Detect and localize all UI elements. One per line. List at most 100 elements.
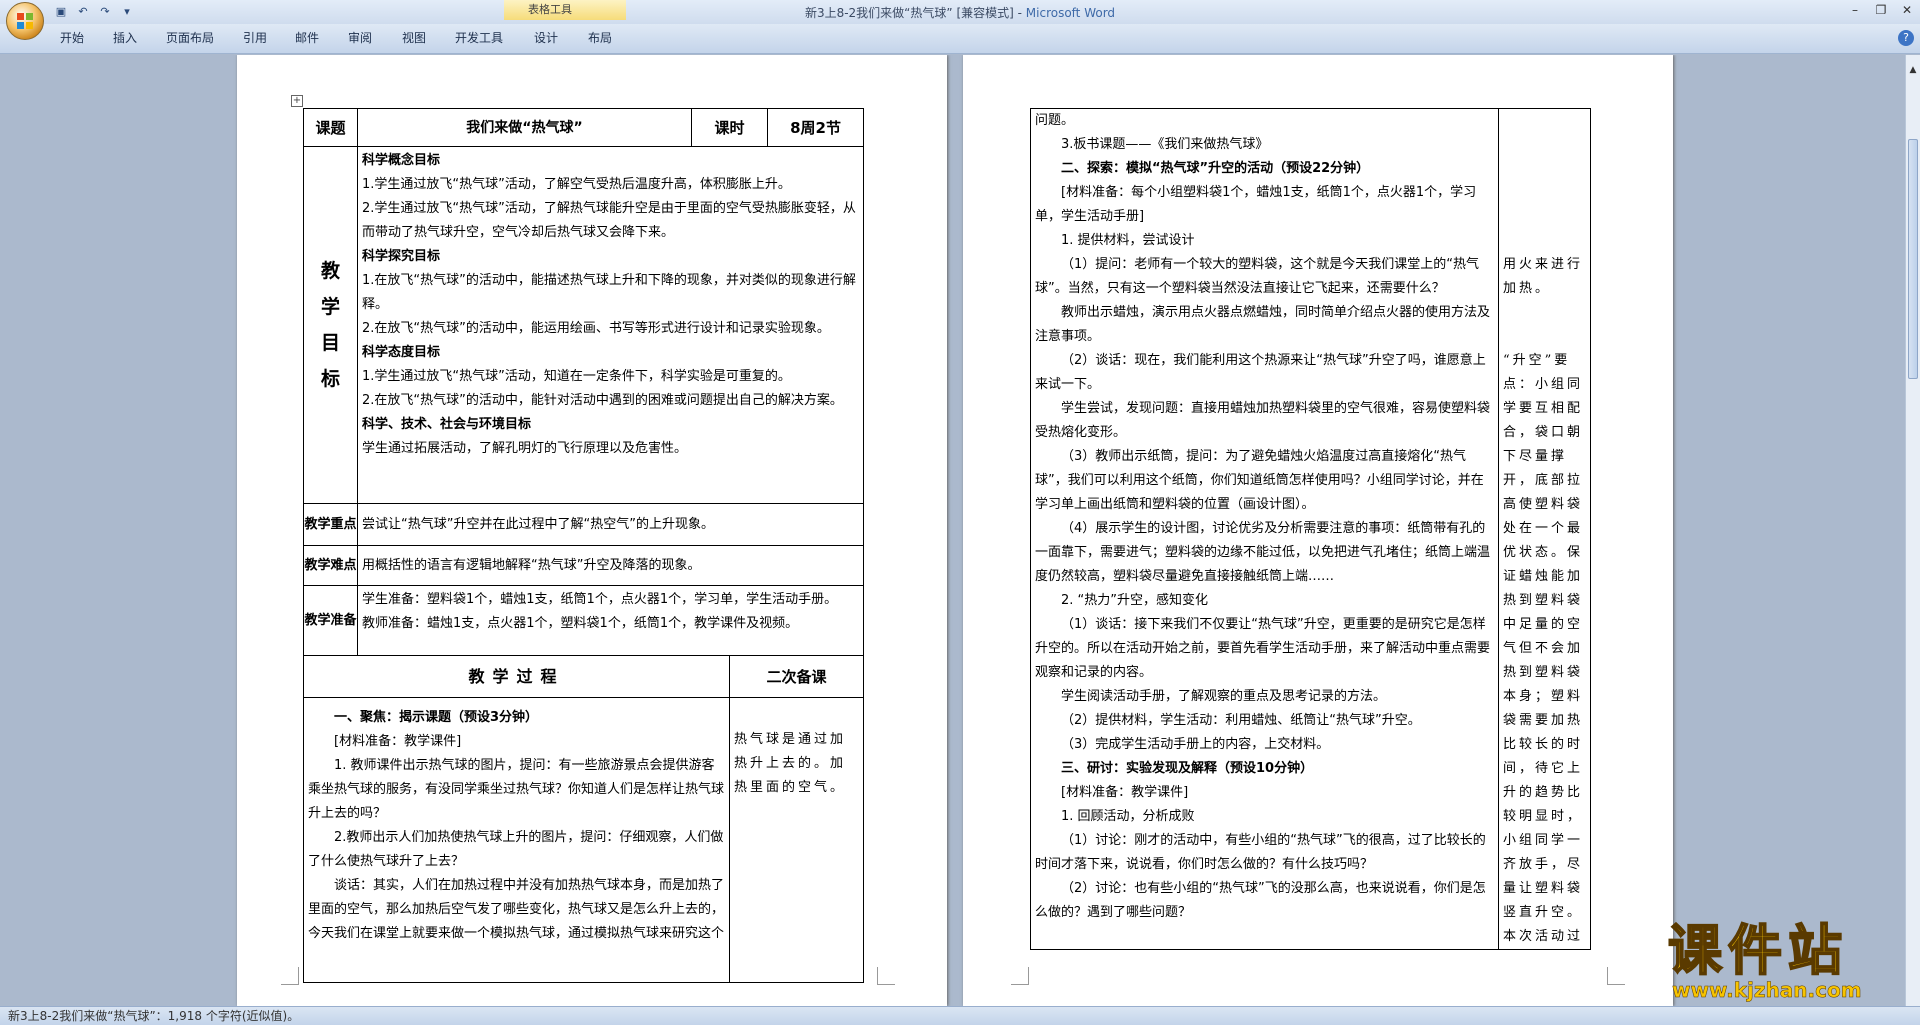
office-button[interactable] xyxy=(6,2,44,40)
goal-heading: 科学态度目标 xyxy=(362,345,441,360)
tab-view[interactable]: 视图 xyxy=(402,29,426,46)
document-workspace[interactable]: + 课题 我们来做“热气球” 课时 8周2节 教 学 目 标 科学概念目标 1.… xyxy=(0,55,1905,1006)
goals-label-char: 学 xyxy=(320,296,340,318)
note-spacer xyxy=(1503,301,1586,349)
quick-access-toolbar: ▣ ↶ ↷ ▾ xyxy=(52,3,136,21)
process-paragraph: （1）讨论：刚才的活动中，有些小组的“热气球”飞的很高，过了比较长的时间才落下来… xyxy=(1035,833,1486,872)
process-paragraph: 谈话：其实，人们在加热过程中并没有加热热气球本身，而是加热了里面的空气，那么加热… xyxy=(308,878,725,941)
process-paragraph: 2.教师出示人们加热使热气球上升的图片，提问：仔细观察，人们做了什么使热气球升了… xyxy=(308,830,724,869)
lesson-table-right: 问题。 3.板书课题——《我们来做热气球》 二、探索：模拟“热气球”升空的活动（… xyxy=(1030,108,1591,950)
help-icon[interactable]: ? xyxy=(1898,30,1914,46)
tab-references[interactable]: 引用 xyxy=(243,29,267,46)
table-move-handle-icon[interactable]: + xyxy=(291,95,303,107)
title-bar: 新3上8-2我们来做“热气球” [兼容模式] - Microsoft Word … xyxy=(0,0,1920,24)
compat-mode-label: [兼容模式] xyxy=(956,6,1014,20)
scroll-up-icon[interactable]: ▲ xyxy=(1906,65,1920,79)
tab-mailings[interactable]: 邮件 xyxy=(295,29,319,46)
student-preparation: 学生准备：塑料袋1个，蜡烛1支，纸筒1个，点火器1个，学习单，学生活动手册。 xyxy=(362,592,838,607)
goal-item: 2.学生通过放飞“热气球”活动，了解热气球能升空是由于里面的空气受热膨胀变轻，从… xyxy=(362,201,856,240)
goal-heading: 科学概念目标 xyxy=(362,153,441,168)
vertical-scrollbar[interactable]: ▲ xyxy=(1905,55,1920,1006)
process-paragraph: 2. “热力”升空，感知变化 xyxy=(1061,593,1209,608)
teacher-preparation: 教师准备：蜡烛1支，点火器1个，塑料袋1个，纸筒1个，教学课件及视频。 xyxy=(362,616,799,631)
kjzhan-watermark-logo: 课件站 www.kjzhan.com xyxy=(1667,919,1908,1002)
tab-home[interactable]: 开始 xyxy=(60,29,84,46)
goal-item: 1.学生通过放飞“热气球”活动，了解空气受热后温度升高，体积膨胀上升。 xyxy=(362,177,791,192)
word-count-status[interactable]: 新3上8-2我们来做“热气球”：1,918 个字符(近似值)。 xyxy=(8,1009,299,1023)
process-paragraph: 学生尝试，发现问题：直接用蜡烛加热塑料袋里的空气很难，容易使塑料袋受热熔化变形。 xyxy=(1035,401,1491,440)
second-prep-note-right[interactable]: 用火来进行加热。 “升空”要点：小组同学要互相配合，袋口朝下尽量撑开，底部拉高使… xyxy=(1498,108,1591,950)
process-paragraph: 1. 提供材料，尝试设计 xyxy=(1061,233,1195,248)
tab-insert[interactable]: 插入 xyxy=(113,29,137,46)
table-tools-context-label: 表格工具 xyxy=(504,0,626,20)
tab-developer[interactable]: 开发工具 xyxy=(455,29,503,46)
second-prep-note-left[interactable]: 热气球是通过加热升上去的。加热里面的空气。 xyxy=(728,697,865,983)
restore-icon[interactable]: ❐ xyxy=(1868,0,1894,20)
process-paragraph: 学生阅读活动手册，了解观察的重点及思考记录的方法。 xyxy=(1061,689,1387,704)
tab-page-layout[interactable]: 页面布局 xyxy=(166,29,214,46)
process-paragraph: （2）提供材料，学生活动：利用蜡烛、纸筒让“热气球”升空。 xyxy=(1061,713,1421,728)
process-paragraph: 一、聚焦：揭示课题（预设3分钟） xyxy=(334,710,539,725)
goals-label-char: 教 xyxy=(320,260,340,282)
difficulty-text[interactable]: 用概括性的语言有逻辑地解释“热气球”升空及降落的现象。 xyxy=(356,545,865,586)
goals-label-char: 目 xyxy=(320,332,340,354)
difficulty-label: 教学难点 xyxy=(303,545,358,586)
topic-value[interactable]: 我们来做“热气球” xyxy=(357,108,692,147)
scroll-thumb[interactable] xyxy=(1908,139,1918,379)
goal-heading: 科学、技术、社会与环境目标 xyxy=(362,417,532,432)
save-icon[interactable]: ▣ xyxy=(52,4,70,20)
page-left[interactable]: + 课题 我们来做“热气球” 课时 8周2节 教 学 目 标 科学概念目标 1.… xyxy=(237,55,947,1006)
topic-label: 课题 xyxy=(303,108,358,147)
goal-item: 1.在放飞“热气球”的活动中，能描述热气球上升和下降的现象，并对类似的现象进行解… xyxy=(362,273,856,312)
process-paragraph: 教师出示蜡烛，演示用点火器点燃蜡烛，同时简单介绍点火器的使用方法及注意事项。 xyxy=(1035,305,1491,344)
document-name: 新3上8-2我们来做“热气球” xyxy=(804,6,953,20)
process-content-left[interactable]: 一、聚焦：揭示课题（预设3分钟） [材料准备：教学课件] 1. 教师课件出示热气… xyxy=(303,697,730,983)
process-paragraph: （1）提问：老师有一个较大的塑料袋，这个就是今天我们课堂上的“热气球”。当然，只… xyxy=(1035,257,1480,296)
process-paragraph: （2）谈话：现在，我们能利用这个热源来让“热气球”升空了吗，谁愿意上来试一下。 xyxy=(1035,353,1486,392)
goals-label: 教 学 目 标 xyxy=(303,146,358,504)
process-paragraph: （3）完成学生活动手册上的内容，上交材料。 xyxy=(1061,737,1330,752)
tab-design[interactable]: 设计 xyxy=(534,29,558,46)
window-title: 新3上8-2我们来做“热气球” [兼容模式] - Microsoft Word xyxy=(0,4,1920,21)
note-spacer xyxy=(1503,110,1586,254)
qat-customize-icon[interactable]: ▾ xyxy=(118,4,136,20)
goals-content[interactable]: 科学概念目标 1.学生通过放飞“热气球”活动，了解空气受热后温度升高，体积膨胀上… xyxy=(356,146,865,504)
tab-layout[interactable]: 布局 xyxy=(588,29,612,46)
process-paragraph: 三、研讨：实验发现及解释（预设10分钟） xyxy=(1061,761,1314,776)
minimize-icon[interactable]: – xyxy=(1842,0,1868,20)
hours-value[interactable]: 8周2节 xyxy=(767,108,865,147)
process-paragraph: 3.板书课题——《我们来做热气球》 xyxy=(1061,137,1269,152)
office-logo-icon xyxy=(17,13,33,29)
status-bar: 新3上8-2我们来做“热气球”：1,918 个字符(近似值)。 xyxy=(0,1006,1920,1025)
process-paragraph: （3）教师出示纸筒，提问：为了避免蜡烛火焰温度过高直接熔化“热气球”，我们可以利… xyxy=(1035,449,1484,512)
process-paragraph: （1）谈话：接下来我们不仅要让“热气球”升空，更重要的是研究它是怎样升空的。所以… xyxy=(1035,617,1491,680)
watermark-url: www.kjzhan.com xyxy=(1672,978,1862,1002)
crop-mark xyxy=(281,967,299,985)
process-paragraph: 1. 回顾活动，分析成败 xyxy=(1061,809,1195,824)
window-controls: – ❐ ✕ xyxy=(1842,0,1920,20)
goal-item: 学生通过拓展活动，了解孔明灯的飞行原理以及危害性。 xyxy=(362,441,688,456)
key-point-text[interactable]: 尝试让“热气球”升空并在此过程中了解“热空气”的上升现象。 xyxy=(356,503,865,546)
tab-review[interactable]: 审阅 xyxy=(348,29,372,46)
process-content-right[interactable]: 问题。 3.板书课题——《我们来做热气球》 二、探索：模拟“热气球”升空的活动（… xyxy=(1030,108,1499,950)
close-icon[interactable]: ✕ xyxy=(1894,0,1920,20)
second-prep-header: 二次备课 xyxy=(728,655,865,698)
process-paragraph: [材料准备：每个小组塑料袋1个，蜡烛1支，纸筒1个，点火器1个，学习单，学生活动… xyxy=(1035,185,1477,224)
goal-heading: 科学探究目标 xyxy=(362,249,441,264)
page-right[interactable]: 问题。 3.板书课题——《我们来做热气球》 二、探索：模拟“热气球”升空的活动（… xyxy=(963,55,1673,1006)
goal-item: 2.在放飞“热气球”的活动中，能针对活动中遇到的困难或问题提出自己的解决方案。 xyxy=(362,393,843,408)
process-paragraph: （2）讨论：也有些小组的“热气球”飞的没那么高，也来说说看，你们是怎么做的？遇到… xyxy=(1035,881,1486,920)
process-paragraph: [材料准备：教学课件] xyxy=(1061,785,1189,800)
preparation-content[interactable]: 学生准备：塑料袋1个，蜡烛1支，纸筒1个，点火器1个，学习单，学生活动手册。 教… xyxy=(356,585,865,656)
process-paragraph: 问题。 xyxy=(1035,113,1075,128)
undo-icon[interactable]: ↶ xyxy=(74,4,92,20)
process-paragraph: [材料准备：教学课件] xyxy=(334,734,462,749)
lesson-table-left: 课题 我们来做“热气球” 课时 8周2节 教 学 目 标 科学概念目标 1.学生… xyxy=(303,108,865,983)
goals-label-char: 标 xyxy=(320,368,340,390)
redo-icon[interactable]: ↷ xyxy=(96,4,114,20)
crop-mark xyxy=(1607,967,1625,985)
crop-mark xyxy=(1011,967,1029,985)
watermark-title: 课件站 xyxy=(1667,919,1848,982)
crop-mark xyxy=(877,967,895,985)
key-point-label: 教学重点 xyxy=(303,503,358,546)
